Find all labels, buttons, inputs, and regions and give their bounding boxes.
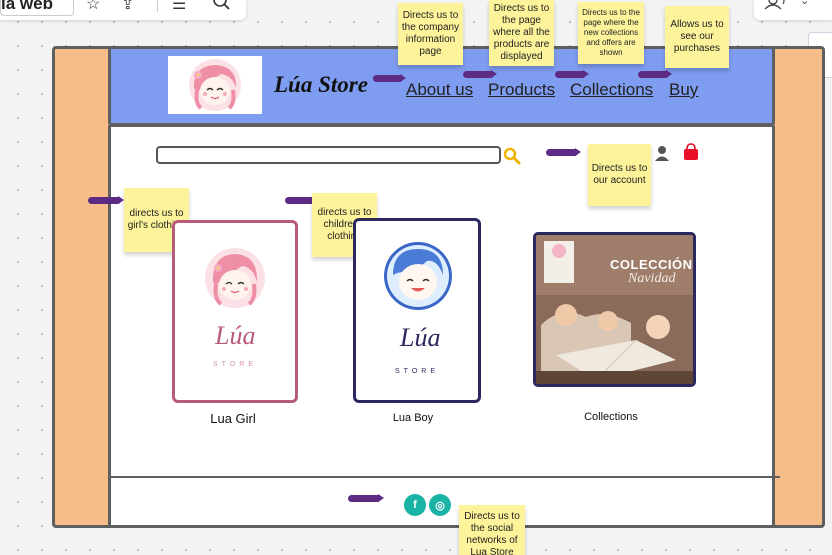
users-icon[interactable]: [764, 0, 790, 10]
toolbar-divider: [157, 0, 158, 12]
brand-name[interactable]: Lúa Store: [274, 72, 368, 98]
search-icon[interactable]: [212, 0, 232, 10]
star-icon[interactable]: ☆: [86, 0, 100, 14]
menu-icon[interactable]: ☰: [172, 0, 186, 14]
note-buy[interactable]: Allows us to see our purchases: [665, 6, 729, 68]
collaboration-toolbar: ⌄: [754, 0, 832, 20]
collections-label[interactable]: Collections: [560, 411, 662, 423]
connector-arrow: [546, 148, 581, 156]
collection-title: COLECCIÓN: [610, 257, 693, 272]
note-social-networks[interactable]: Directs us to the social networks of Lua…: [459, 505, 525, 555]
girl-face-logo-icon: [189, 59, 241, 111]
lua-girl-logo-sub: STORE: [213, 361, 257, 368]
lua-boy-card[interactable]: Lúa STORE: [353, 218, 481, 403]
lua-girl-logo-text: Lúa: [215, 321, 256, 350]
footer-divider: [111, 476, 780, 478]
lua-boy-logo-sub: STORE: [395, 368, 439, 375]
connector-arrow: [463, 70, 497, 78]
chevron-down-icon[interactable]: ⌄: [800, 0, 809, 7]
lua-girl-label[interactable]: Lua Girl: [172, 411, 294, 426]
nav-about-us[interactable]: About us: [406, 80, 473, 100]
board-toolbar: ia web ☆ ⇪ ☰: [0, 0, 246, 20]
shopping-bag-icon[interactable]: [683, 143, 699, 161]
export-icon[interactable]: ⇪: [121, 0, 134, 14]
lua-girl-card[interactable]: Lúa STORE: [172, 220, 298, 403]
search-input[interactable]: [156, 146, 501, 164]
connector-arrow: [373, 74, 406, 82]
connector-arrow: [348, 494, 384, 502]
collection-subtitle: Navidad: [628, 271, 676, 286]
connector-arrow: [555, 70, 589, 78]
boy-face-icon: [384, 242, 452, 310]
collections-card[interactable]: COLECCIÓN Navidad: [533, 232, 696, 387]
note-products[interactable]: Directs us to the page where all the pro…: [489, 0, 554, 66]
nav-buy[interactable]: Buy: [669, 80, 698, 100]
connector-arrow: [88, 196, 124, 204]
connector-arrow: [638, 70, 672, 78]
search-icon[interactable]: [503, 147, 521, 165]
board-name[interactable]: ia web: [0, 0, 74, 16]
note-account[interactable]: Directs us to our account: [588, 144, 651, 206]
brand-logo[interactable]: [168, 56, 262, 114]
user-account-icon[interactable]: [654, 145, 670, 163]
nav-products[interactable]: Products: [488, 80, 555, 100]
lua-boy-label[interactable]: Lua Boy: [353, 412, 473, 424]
note-collections[interactable]: Directs us to the page where the new col…: [578, 2, 644, 64]
note-about-us[interactable]: Directs us to the company information pa…: [398, 3, 463, 65]
lua-boy-logo-text: Lúa: [400, 323, 441, 352]
girl-face-icon: [205, 248, 265, 308]
nav-collections[interactable]: Collections: [570, 80, 653, 100]
facebook-icon[interactable]: f: [404, 494, 426, 516]
instagram-icon[interactable]: ◎: [429, 494, 451, 516]
